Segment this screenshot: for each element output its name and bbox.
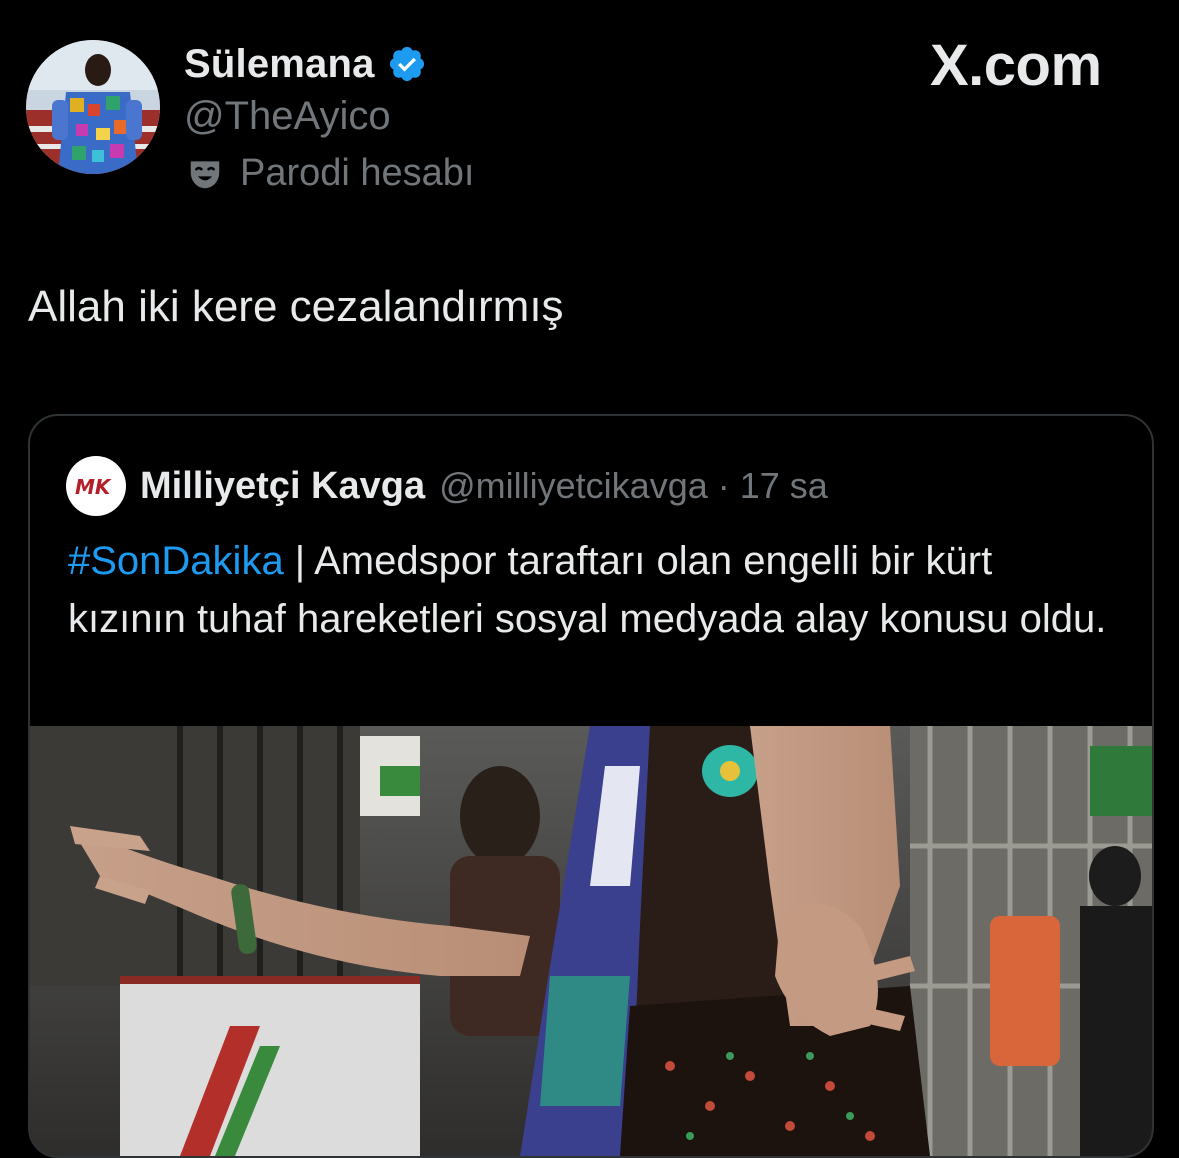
author-avatar[interactable] <box>26 40 160 174</box>
parody-label-text: Parodi hesabı <box>240 152 475 194</box>
avatar-image <box>26 40 160 174</box>
quoted-tweet-text: #SonDakika | Amedspor taraftarı olan eng… <box>68 532 1108 648</box>
quoted-separator-dot: · <box>717 465 730 506</box>
parody-label-row: Parodi hesabı <box>186 152 475 195</box>
author-display-name[interactable]: Sülemana <box>184 42 375 87</box>
x-com-watermark: X.com <box>930 32 1102 99</box>
milliyetci-kavga-logo-icon: MK <box>75 475 112 499</box>
quoted-tweet-header: MK Milliyetçi Kavga @milliyetcikavga · 1… <box>66 456 828 516</box>
quoted-author-avatar[interactable]: MK <box>66 456 126 516</box>
theater-mask-icon <box>186 155 224 193</box>
quoted-author-handle[interactable]: @milliyetcikavga <box>439 465 708 507</box>
media-photo <box>30 726 1152 1156</box>
author-name-row: Sülemana <box>184 36 427 92</box>
quoted-timestamp[interactable]: 17 sa <box>740 465 828 507</box>
quoted-tweet-card[interactable]: MK Milliyetçi Kavga @milliyetcikavga · 1… <box>28 414 1154 1158</box>
hashtag-link[interactable]: #SonDakika <box>68 539 284 583</box>
svg-text:MK: MK <box>75 475 112 499</box>
quoted-tweet-media[interactable] <box>30 726 1152 1156</box>
quoted-author-name[interactable]: Milliyetçi Kavga <box>140 465 425 508</box>
author-handle[interactable]: @TheAyico <box>184 94 391 139</box>
tweet-text: Allah iki kere cezalandırmış <box>28 282 564 331</box>
verified-badge-icon <box>387 44 427 84</box>
x-com-text: X.com <box>930 33 1102 98</box>
